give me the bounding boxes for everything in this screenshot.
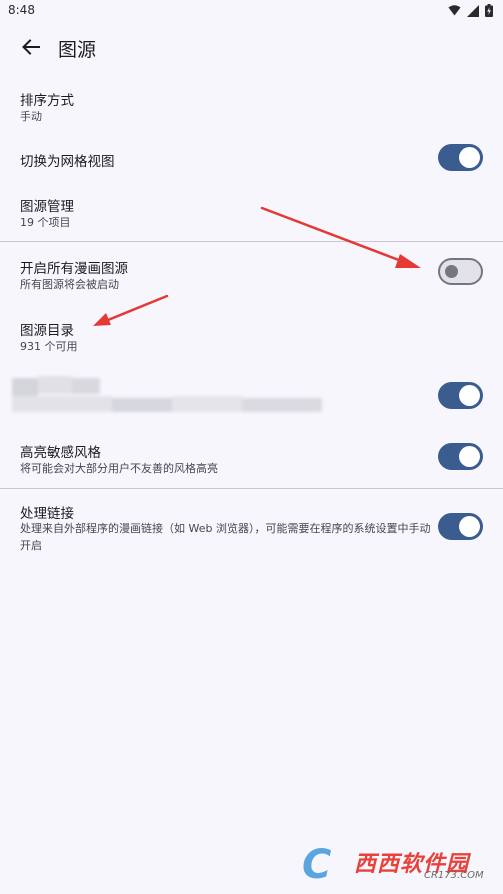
switch-thumb <box>459 516 480 537</box>
pref-summary: 931 个可用 <box>20 340 78 353</box>
pref-source-manage[interactable]: 图源管理 19 个项目 <box>0 186 503 240</box>
pref-grid-view[interactable]: 切换为网格视图 <box>0 140 503 180</box>
divider <box>0 488 503 489</box>
pref-title: 处理链接 <box>20 506 74 522</box>
back-button[interactable] <box>16 34 46 60</box>
switch-thumb <box>445 265 458 278</box>
page-title: 图源 <box>58 39 97 61</box>
watermark-site: CR173.COM <box>424 870 484 881</box>
pref-title: 切换为网格视图 <box>20 154 115 170</box>
app-bar: 图源 <box>0 22 503 72</box>
blurred-item-switch[interactable] <box>438 382 483 409</box>
pref-summary: 所有图源将会被启动 <box>20 278 119 291</box>
pixelated-text <box>10 372 326 418</box>
pref-sort-order[interactable]: 排序方式 手动 <box>0 80 503 140</box>
pref-title: 图源目录 <box>20 323 74 339</box>
status-time: 8:48 <box>8 3 35 17</box>
switch-thumb <box>459 147 480 168</box>
wifi-icon <box>448 5 461 16</box>
switch-thumb <box>459 385 480 406</box>
pref-catalog[interactable]: 图源目录 931 个可用 <box>0 310 503 366</box>
pref-title: 开启所有漫画图源 <box>20 261 128 277</box>
highlight-nsfw-switch[interactable] <box>438 443 483 470</box>
pref-title: 图源管理 <box>20 199 74 215</box>
pref-enable-all[interactable]: 开启所有漫画图源 所有图源将会被启动 <box>0 248 503 304</box>
divider <box>0 241 503 242</box>
pref-title: 排序方式 <box>20 93 74 109</box>
watermark-mark: C <box>302 842 332 888</box>
pref-summary: 处理来自外部程序的漫画链接（如 Web 浏览器），可能需要在程序的系统设置中手动… <box>20 522 431 552</box>
signal-icon <box>467 4 479 17</box>
handle-links-switch[interactable] <box>438 513 483 540</box>
pref-highlight-nsfw[interactable]: 高亮敏感风格 将可能会对大部分用户不友善的风格高亮 <box>0 432 503 484</box>
watermark-logo: C 西西软件园 CR173.COM <box>298 840 494 888</box>
enable-all-switch[interactable] <box>438 258 483 285</box>
arrow-left-icon <box>22 39 40 55</box>
pref-handle-links[interactable]: 处理链接 处理来自外部程序的漫画链接（如 Web 浏览器），可能需要在程序的系统… <box>0 494 503 558</box>
pref-title: 高亮敏感风格 <box>20 445 101 461</box>
switch-thumb <box>459 446 480 467</box>
grid-view-switch[interactable] <box>438 144 483 171</box>
pref-summary: 手动 <box>20 110 42 123</box>
pref-summary: 19 个项目 <box>20 216 71 229</box>
battery-icon <box>485 4 493 17</box>
status-icons <box>448 4 493 17</box>
status-bar: 8:48 <box>0 0 503 22</box>
pref-summary: 将可能会对大部分用户不友善的风格高亮 <box>20 462 218 475</box>
